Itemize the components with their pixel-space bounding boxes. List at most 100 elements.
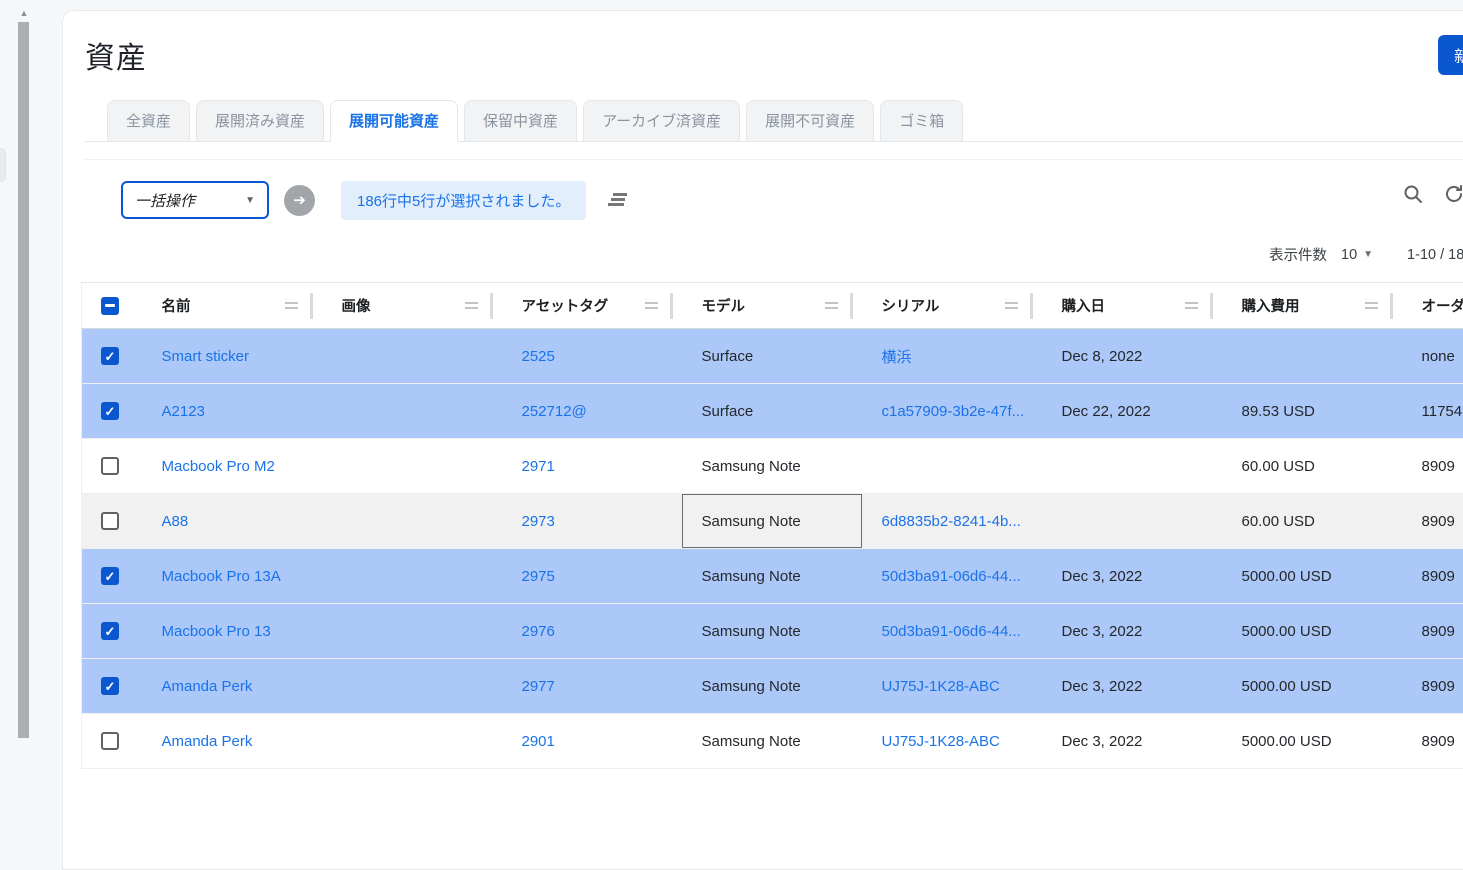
name-link[interactable]: A2123 [162, 403, 205, 420]
row-checkbox[interactable]: ✓ [101, 347, 119, 365]
column-drag-handle-icon[interactable] [645, 302, 658, 310]
refresh-icon[interactable] [1443, 183, 1463, 210]
column-resize-divider[interactable] [490, 293, 493, 319]
asset-tag-link[interactable]: 2971 [522, 458, 555, 475]
column-resize-divider[interactable] [850, 293, 853, 319]
column-resize-divider[interactable] [1210, 293, 1213, 319]
column-drag-handle-icon[interactable] [1365, 302, 1378, 310]
scrollbar-up-arrow-icon[interactable]: ▲ [17, 6, 31, 20]
column-header-3[interactable]: モデル [682, 283, 862, 329]
asset-tag-link[interactable]: 2976 [522, 623, 555, 640]
collapsed-panel-handle[interactable] [0, 148, 6, 182]
bulk-action-go-button[interactable]: ➔ [284, 185, 315, 216]
serial-link[interactable]: c1a57909-3b2e-47f... [882, 403, 1025, 420]
column-drag-handle-icon[interactable] [1185, 302, 1198, 310]
row-checkbox[interactable] [101, 512, 119, 530]
column-header-7[interactable]: オーダー [1402, 283, 1463, 329]
cell-order-number: 8909 [1402, 439, 1463, 494]
tab-6[interactable]: ゴミ箱 [880, 100, 963, 142]
row-checkbox[interactable]: ✓ [101, 402, 119, 420]
asset-tag-link[interactable]: 2975 [522, 568, 555, 585]
cell-image [322, 329, 502, 384]
serial-link[interactable]: 50d3ba91-06d6-44... [882, 568, 1021, 585]
name-link[interactable]: Macbook Pro 13A [162, 568, 281, 585]
asset-tag-link[interactable]: 2901 [522, 733, 555, 750]
tab-5[interactable]: 展開不可資産 [746, 100, 874, 142]
cell-model: Surface [682, 384, 862, 439]
cell-purchase-cost: 5000.00 USD [1222, 549, 1402, 604]
filter-lines-icon[interactable] [608, 193, 628, 207]
tab-1[interactable]: 展開済み資産 [196, 100, 324, 142]
new-asset-button[interactable]: 新規作成 [1438, 35, 1463, 75]
name-link[interactable]: A88 [162, 513, 189, 530]
row-checkbox[interactable]: ✓ [101, 677, 119, 695]
pagination: 表示件数 10 ▼ 1-10 / 186 [1269, 244, 1463, 265]
tab-4[interactable]: アーカイブ済資産 [583, 100, 740, 142]
column-drag-handle-icon[interactable] [465, 302, 478, 310]
cell-name: Amanda Perk [142, 659, 322, 714]
column-header-2[interactable]: アセットタグ [502, 283, 682, 329]
column-resize-divider[interactable] [310, 293, 313, 319]
tab-0[interactable]: 全資産 [107, 100, 190, 142]
checkbox-cell: ✓ [82, 384, 142, 439]
column-drag-handle-icon[interactable] [1005, 302, 1018, 310]
pagination-range: 1-10 / 186 [1407, 247, 1463, 263]
per-page-dropdown[interactable]: 10 ▼ [1341, 247, 1373, 263]
table-row: ✓Macbook Pro 132976Samsung Note50d3ba91-… [82, 604, 1463, 659]
column-header-1[interactable]: 画像 [322, 283, 502, 329]
row-checkbox[interactable]: ✓ [101, 622, 119, 640]
cell-purchase-date: Dec 3, 2022 [1042, 659, 1222, 714]
cell-purchase-cost: 60.00 USD [1222, 494, 1402, 549]
chevron-down-icon: ▼ [245, 195, 255, 206]
cell-name: Macbook Pro 13 [142, 604, 322, 659]
table-row: Macbook Pro M22971Samsung Note60.00 USD8… [82, 439, 1463, 494]
vertical-scrollbar[interactable] [18, 22, 29, 738]
row-checkbox[interactable]: ✓ [101, 567, 119, 585]
asset-tag-link[interactable]: 2977 [522, 678, 555, 695]
column-header-0[interactable]: 名前 [142, 283, 322, 329]
chevron-down-icon: ▼ [1363, 249, 1373, 260]
cell-order-number: 8909 [1402, 549, 1463, 604]
cell-serial: c1a57909-3b2e-47f... [862, 384, 1042, 439]
serial-link[interactable]: 横浜 [882, 349, 912, 366]
cell-order-number: 117548 [1402, 384, 1463, 439]
table-header-row: 名前画像アセットタグモデルシリアル購入日購入費用オーダー [82, 283, 1463, 329]
search-icon[interactable] [1402, 183, 1424, 210]
asset-tag-link[interactable]: 252712@ [522, 403, 587, 420]
asset-tag-link[interactable]: 2973 [522, 513, 555, 530]
bulk-action-select[interactable]: 一括操作 ▼ [121, 181, 269, 219]
select-all-checkbox[interactable] [101, 297, 119, 315]
cell-purchase-cost: 5000.00 USD [1222, 604, 1402, 659]
name-link[interactable]: Smart sticker [162, 348, 250, 365]
cell-model: Samsung Note [682, 439, 862, 494]
asset-table: 名前画像アセットタグモデルシリアル購入日購入費用オーダー ✓ Smart stic… [81, 282, 1463, 769]
asset-tag-link[interactable]: 2525 [522, 348, 555, 365]
column-drag-handle-icon[interactable] [825, 302, 838, 310]
tab-3[interactable]: 保留中資産 [464, 100, 577, 142]
cell-name: A2123 [142, 384, 322, 439]
column-resize-divider[interactable] [670, 293, 673, 319]
name-link[interactable]: Macbook Pro 13 [162, 623, 271, 640]
cell-image [322, 384, 502, 439]
column-header-6[interactable]: 購入費用 [1222, 283, 1402, 329]
serial-link[interactable]: 6d8835b2-8241-4b... [882, 513, 1021, 530]
checkbox-cell: ✓ [82, 329, 142, 384]
column-drag-handle-icon[interactable] [285, 302, 298, 310]
serial-link[interactable]: UJ75J-1K28-ABC [882, 733, 1000, 750]
row-checkbox[interactable] [101, 457, 119, 475]
tab-2[interactable]: 展開可能資産 [330, 100, 458, 142]
name-link[interactable]: Macbook Pro M2 [162, 458, 275, 475]
cell-purchase-date [1042, 439, 1222, 494]
column-header-5[interactable]: 購入日 [1042, 283, 1222, 329]
column-resize-divider[interactable] [1390, 293, 1393, 319]
serial-link[interactable]: 50d3ba91-06d6-44... [882, 623, 1021, 640]
name-link[interactable]: Amanda Perk [162, 678, 253, 695]
column-resize-divider[interactable] [1030, 293, 1033, 319]
table-row: ✓Amanda Perk2977Samsung NoteUJ75J-1K28-A… [82, 659, 1463, 714]
row-checkbox[interactable] [101, 732, 119, 750]
column-header-4[interactable]: シリアル [862, 283, 1042, 329]
name-link[interactable]: Amanda Perk [162, 733, 253, 750]
table-row: Amanda Perk2901Samsung NoteUJ75J-1K28-AB… [82, 714, 1463, 769]
per-page-label: 表示件数 [1269, 244, 1327, 265]
serial-link[interactable]: UJ75J-1K28-ABC [882, 678, 1000, 695]
